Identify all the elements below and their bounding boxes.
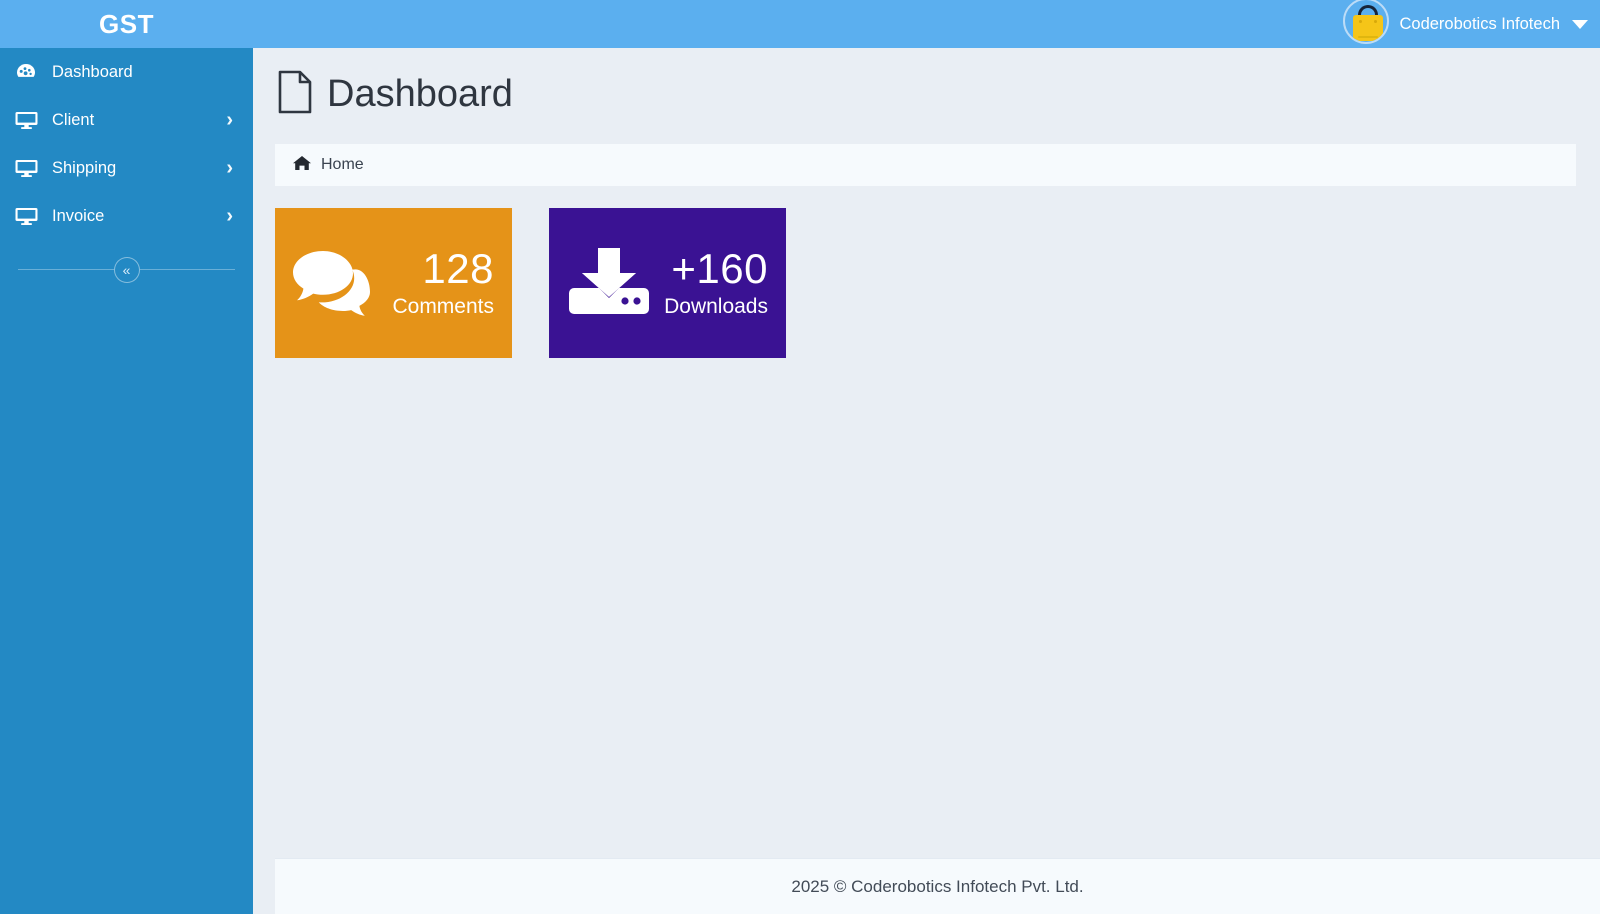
- sidebar-item-label: Invoice: [52, 206, 105, 225]
- desktop-icon: [14, 108, 44, 132]
- footer: 2025 © Coderobotics Infotech Pvt. Ltd.: [275, 858, 1600, 914]
- main-content: Dashboard Home 128 Comments +160 Downloa…: [253, 48, 1600, 914]
- footer-text: 2025 © Coderobotics Infotech Pvt. Ltd.: [791, 876, 1084, 896]
- sidebar-item-label: Dashboard: [52, 62, 133, 81]
- chevron-right-icon: ›: [226, 157, 233, 179]
- sidebar-item-label: Client: [52, 110, 95, 129]
- tachometer-icon: [14, 60, 44, 84]
- page-title: Dashboard: [327, 73, 513, 115]
- desktop-icon: [14, 156, 44, 180]
- page-title-row: Dashboard: [253, 48, 1600, 119]
- stat-card-downloads[interactable]: +160 Downloads: [549, 208, 786, 358]
- avatar[interactable]: [1343, 0, 1390, 44]
- sidebar-item-invoice[interactable]: Invoice ›: [0, 192, 253, 240]
- sidebar-collapse-row: «: [0, 250, 253, 290]
- stat-card-text: 128 Comments: [383, 244, 498, 319]
- top-header: GST Coderobotics Infotech: [0, 0, 1600, 48]
- sidebar-item-dashboard[interactable]: Dashboard: [0, 48, 253, 96]
- user-name-label: Coderobotics Infotech: [1399, 14, 1560, 33]
- sidebar-item-shipping[interactable]: Shipping ›: [0, 144, 253, 192]
- desktop-icon: [14, 204, 44, 228]
- comments-icon: [291, 245, 383, 322]
- stat-card-comments[interactable]: 128 Comments: [275, 208, 512, 358]
- home-icon: [293, 155, 311, 176]
- download-icon: [565, 244, 657, 323]
- breadcrumb-item-home[interactable]: Home: [321, 156, 364, 174]
- stat-value: 128: [422, 244, 494, 292]
- breadcrumb: Home: [275, 144, 1576, 186]
- stat-label: Comments: [392, 295, 494, 319]
- stat-cards: 128 Comments +160 Downloads: [253, 186, 1600, 358]
- stat-card-text: +160 Downloads: [657, 244, 772, 319]
- sidebar-item-label: Shipping: [52, 158, 117, 177]
- double-chevron-left-icon[interactable]: «: [113, 257, 140, 283]
- user-menu[interactable]: Coderobotics Infotech: [1343, 0, 1588, 48]
- file-icon: [277, 70, 313, 119]
- chevron-right-icon: ›: [226, 109, 233, 131]
- caret-down-icon[interactable]: [1572, 19, 1588, 29]
- stat-label: Downloads: [664, 295, 768, 319]
- sidebar: Dashboard Client › Shipping › Invoice › …: [0, 48, 253, 914]
- sidebar-item-client[interactable]: Client ›: [0, 96, 253, 144]
- shopping-bag-icon: [1343, 0, 1390, 44]
- stat-value: +160: [671, 244, 768, 292]
- brand-logo[interactable]: GST: [0, 0, 253, 48]
- chevron-right-icon: ›: [226, 205, 233, 227]
